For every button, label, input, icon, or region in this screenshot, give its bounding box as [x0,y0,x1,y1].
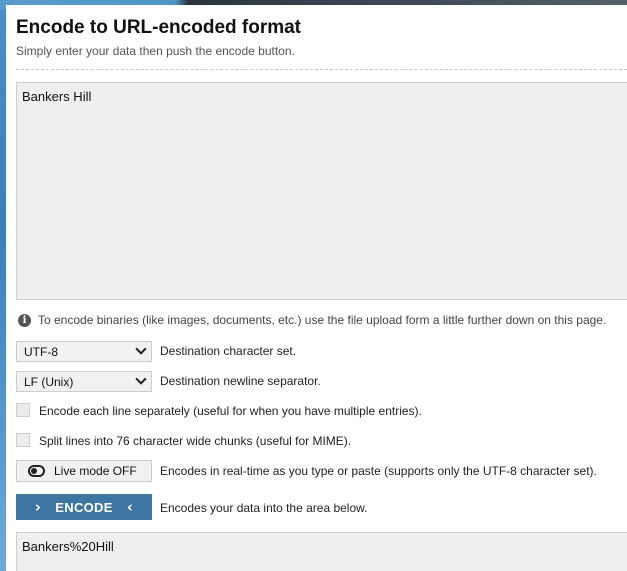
each-line-label[interactable]: Encode each line separately (useful for … [39,404,422,418]
charset-select[interactable]: UTF-8 [16,341,152,362]
chevron-down-icon [135,343,147,355]
newline-selected-value: LF (Unix) [24,374,74,389]
divider [16,69,627,70]
input-textarea[interactable]: Bankers Hill [16,82,627,300]
output-textarea[interactable]: Bankers%20Hill [16,532,627,571]
chevron-right-icon: › [34,498,42,516]
info-icon: i [18,313,31,327]
chevron-down-icon [135,373,147,385]
split-lines-checkbox[interactable] [16,433,30,447]
split-lines-label[interactable]: Split lines into 76 character wide chunk… [39,434,351,448]
chevron-left-icon: ‹ [126,498,134,516]
live-mode-description: Encodes in real-time as you type or past… [160,464,597,478]
live-mode-button[interactable]: Live mode OFF [16,460,152,482]
newline-label: Destination newline separator. [160,374,321,388]
newline-select[interactable]: LF (Unix) [16,371,152,392]
toggle-off-icon [28,465,45,477]
each-line-checkbox[interactable] [16,403,30,417]
page-subtitle: Simply enter your data then push the enc… [16,44,295,58]
encode-description: Encodes your data into the area below. [160,501,368,515]
page-title: Encode to URL-encoded format [16,17,302,38]
info-text: To encode binaries (like images, documen… [38,313,607,327]
info-note: i To encode binaries (like images, docum… [18,312,606,328]
live-mode-label: Live mode OFF [54,464,137,478]
encode-button[interactable]: › ENCODE ‹ [16,494,152,520]
charset-selected-value: UTF-8 [24,344,58,359]
charset-label: Destination character set. [160,344,297,358]
encode-button-label: ENCODE [55,499,113,515]
